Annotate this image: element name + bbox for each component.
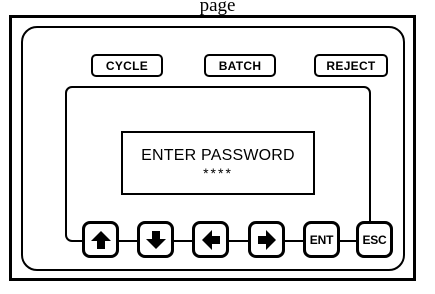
batch-button[interactable]: BATCH — [204, 54, 276, 77]
up-key[interactable] — [82, 221, 119, 258]
lcd-display: ENTER PASSWORD **** — [121, 131, 315, 195]
enter-key[interactable]: ENT — [303, 221, 340, 258]
right-key[interactable] — [248, 221, 285, 258]
escape-key[interactable]: ESC — [356, 221, 393, 258]
reject-button[interactable]: REJECT — [314, 54, 388, 77]
escape-key-label: ESC — [362, 232, 387, 247]
enter-key-label: ENT — [309, 232, 334, 247]
down-key[interactable] — [137, 221, 174, 258]
display-prompt: ENTER PASSWORD — [141, 146, 295, 164]
arrow-right-icon — [256, 229, 278, 251]
page-title: page — [199, 0, 236, 16]
arrow-up-icon — [90, 229, 112, 251]
arrow-left-icon — [200, 229, 222, 251]
arrow-down-icon — [145, 229, 167, 251]
cycle-button[interactable]: CYCLE — [91, 54, 163, 77]
password-mask: **** — [203, 164, 233, 181]
left-key[interactable] — [192, 221, 229, 258]
